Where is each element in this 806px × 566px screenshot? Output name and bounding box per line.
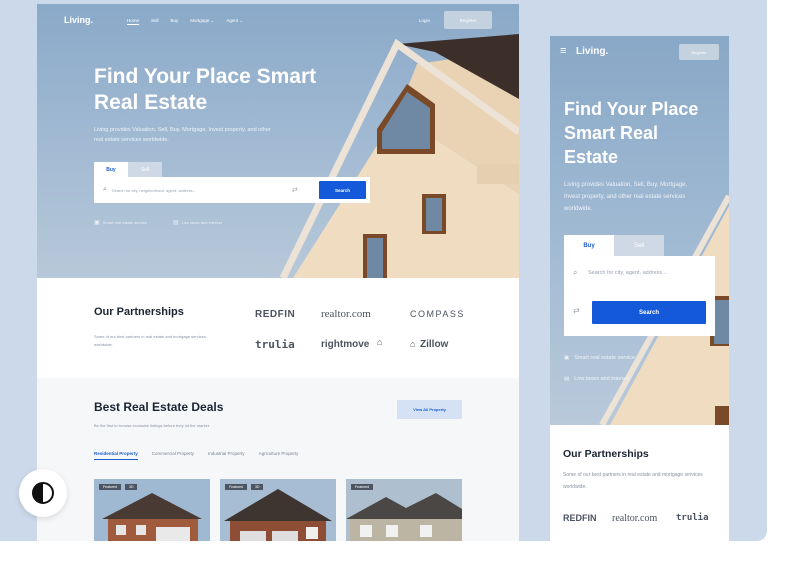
deals-subtitle: Be the first to browse exclusive listing… xyxy=(94,423,211,428)
feature-low-taxes: ▤ Low taxes and interest xyxy=(564,376,629,382)
search-icon: ⌕ xyxy=(103,186,107,193)
search-bar: ⌕ Search for city, neighborhood, agent, … xyxy=(94,177,370,203)
brand-rightmove: rightmove xyxy=(321,339,370,350)
search-tabs: Buy Sell xyxy=(94,162,162,177)
feature-smart-service: ▣ Smart real estate service xyxy=(94,219,147,226)
partnerships-section: Our Partnerships Some of our best partne… xyxy=(37,278,519,378)
feature-label: Low taxes and interest xyxy=(181,220,222,225)
mobile-hero-description: Living provides Valuation, Sell, Buy, Mo… xyxy=(564,182,688,212)
mobile-search-input[interactable]: Search for city, agent, address... xyxy=(588,270,667,276)
nav-mortgage[interactable]: Mortgage ⌄ xyxy=(190,18,214,25)
hero-title: Find Your Place Smart Real Estate xyxy=(94,65,317,114)
house-image xyxy=(599,194,729,425)
mobile-partnerships-description: Some of our best partners in real estate… xyxy=(563,472,703,490)
brand-trulia: trulia xyxy=(255,338,295,351)
nav-agent[interactable]: Agent ⌄ xyxy=(226,18,243,25)
login-link[interactable]: Login xyxy=(419,18,430,23)
3d-badge: 3D xyxy=(125,484,138,490)
tab-agriculture[interactable]: Agriculture Property xyxy=(259,451,299,460)
property-card[interactable]: Featured 3D xyxy=(220,479,336,541)
hamburger-icon[interactable]: ≡ xyxy=(560,45,566,57)
view-all-button[interactable]: View All Property xyxy=(397,400,462,419)
hero-section: Living. Home Sell Buy Mortgage ⌄ Agent ⌄… xyxy=(37,4,519,278)
tab-buy[interactable]: Buy xyxy=(564,235,614,256)
feature-low-taxes: ▤ Low taxes and interest xyxy=(173,219,222,226)
showcase-canvas: Living. Home Sell Buy Mortgage ⌄ Agent ⌄… xyxy=(0,0,767,541)
featured-badge: Featured xyxy=(99,484,122,490)
register-button[interactable]: Register xyxy=(444,11,492,29)
mobile-search-button[interactable]: Search xyxy=(592,301,706,324)
deals-title: Best Real Estate Deals xyxy=(94,400,224,414)
3d-badge: 3D xyxy=(251,484,264,490)
featured-badge: Featured xyxy=(351,484,374,490)
mobile-search-box: ⌕ Search for city, agent, address... ⇄ S… xyxy=(564,256,715,336)
brand-zillow: Zillow xyxy=(420,339,449,350)
brand-trulia: trulia xyxy=(676,513,709,523)
mobile-mockup: ≡ Living. Register Find Your Place Smart… xyxy=(550,36,729,541)
mobile-search-tabs: Buy Sell xyxy=(564,235,664,256)
home-icon: ⌂ xyxy=(377,337,383,347)
hero-description: Living provides Valuation, Sell, Buy, Mo… xyxy=(94,127,271,143)
brand-redfin: REDFIN xyxy=(255,309,296,320)
mobile-partnerships-section: Our Partnerships Some of our best partne… xyxy=(550,425,729,541)
search-input[interactable]: Search for city, neighborhood, agent, ad… xyxy=(112,188,282,193)
theme-toggle-button[interactable] xyxy=(19,469,67,517)
search-button[interactable]: Search xyxy=(319,181,366,199)
tab-commercial[interactable]: Commercial Property xyxy=(152,451,194,460)
tab-residential[interactable]: Residential Property xyxy=(94,451,138,460)
property-card[interactable]: Featured 3D xyxy=(94,479,210,541)
filter-icon[interactable]: ⇄ xyxy=(573,306,580,315)
mobile-hero-title: Find Your Place Smart Real Estate xyxy=(564,99,699,167)
featured-badge: Featured xyxy=(225,484,248,490)
mobile-partnerships-title: Our Partnerships xyxy=(563,448,649,460)
receipt-icon: ▤ xyxy=(564,376,570,382)
building-icon: ▣ xyxy=(564,355,570,361)
partnerships-description: Some of our best partners in real estate… xyxy=(94,334,206,347)
search-icon: ⌕ xyxy=(573,268,578,277)
tab-sell[interactable]: Sell xyxy=(614,235,664,256)
logo[interactable]: Living. xyxy=(64,15,93,25)
deals-tabs: Residential Property Commercial Property… xyxy=(94,451,298,460)
contrast-icon xyxy=(32,482,54,504)
brand-compass: COMPASS xyxy=(410,309,465,319)
mobile-register-button[interactable]: Register xyxy=(679,44,719,60)
filter-icon[interactable]: ⇄ xyxy=(292,186,298,194)
feature-smart-service: ▣ Smart real estate service xyxy=(564,355,635,361)
feature-label: Low taxes and interest xyxy=(574,376,630,382)
nav-home[interactable]: Home xyxy=(127,18,140,25)
brand-realtor: realtor.com xyxy=(612,513,658,524)
deals-section: Best Real Estate Deals Be the first to b… xyxy=(37,378,519,541)
mobile-hero-section: ≡ Living. Register Find Your Place Smart… xyxy=(550,36,729,425)
top-nav: Living. Home Sell Buy Mortgage ⌄ Agent ⌄… xyxy=(37,4,519,38)
building-icon: ▣ xyxy=(94,220,100,226)
brand-redfin: REDFIN xyxy=(563,513,597,523)
tab-industrial[interactable]: Industrial Property xyxy=(208,451,245,460)
tab-sell[interactable]: Sell xyxy=(128,162,162,177)
property-card[interactable]: Featured xyxy=(346,479,462,541)
nav-links: Home Sell Buy Mortgage ⌄ Agent ⌄ xyxy=(127,18,243,25)
tab-buy[interactable]: Buy xyxy=(94,162,128,177)
nav-sell[interactable]: Sell xyxy=(151,18,159,25)
feature-label: Smart real estate service xyxy=(574,355,636,361)
brand-realtor: realtor.com xyxy=(321,308,371,320)
receipt-icon: ▤ xyxy=(173,220,179,226)
zillow-icon: ⌂ xyxy=(410,339,416,349)
desktop-mockup: Living. Home Sell Buy Mortgage ⌄ Agent ⌄… xyxy=(37,4,519,541)
mobile-logo[interactable]: Living. xyxy=(576,46,608,57)
nav-buy[interactable]: Buy xyxy=(171,18,179,25)
feature-label: Smart real estate service xyxy=(102,220,147,225)
partnerships-title: Our Partnerships xyxy=(94,306,184,318)
